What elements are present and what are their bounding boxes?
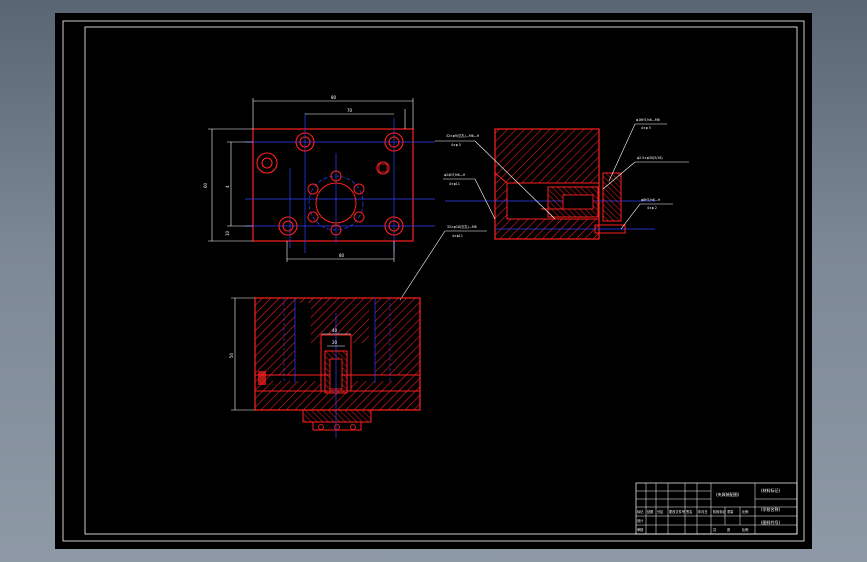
tb-col-label: 签名: [686, 509, 692, 514]
top-view[interactable]: 80 70 80 60 4 10: [203, 95, 435, 262]
tb-count-label: 共: [713, 527, 717, 532]
title-block[interactable]: (夹具装配图) (材料标记) (学校名称) (图样代号) 标记 设计 审核 处数…: [635, 482, 798, 535]
dim-small: 10: [225, 230, 230, 236]
tb-row-label: 设计: [637, 518, 644, 523]
dim-front-height: 50: [229, 352, 234, 358]
leader-left-upper-1: 32×φ9(沉孔)—M6—H: [446, 133, 480, 138]
tb-row-label: 审核: [637, 527, 644, 532]
cad-drawing: 80 70 80 60 4 10 32×φ9(沉孔)—M6—H 4×φ 5 φ2…: [62, 20, 805, 542]
title-drawing-name: (夹具装配图): [716, 491, 740, 497]
cad-viewport[interactable]: 80 70 80 60 4 10 32×φ9(沉孔)—M6—H 4×φ 5 φ2…: [55, 13, 812, 549]
leader-left-mid-1: φ24H7/h6—H: [444, 173, 466, 177]
outer-border: [62, 20, 805, 542]
side-section-view[interactable]: 32×φ9(沉孔)—M6—H 4×φ 5 φ24H7/h6—H 4×φ11 φ1…: [435, 118, 689, 240]
title-drawing-no: (图样代号): [761, 519, 781, 525]
dim-bottom-span: 80: [339, 253, 345, 258]
tb-stage-label: 比例: [742, 509, 748, 514]
leader-right-lower-2: 4×φ 2: [647, 206, 657, 210]
front-section-view[interactable]: 32×φ18(沉孔)—M6 4×φ11 50 40 20: [229, 224, 487, 438]
leader-right-lower-1: φ8H7/n6—H: [641, 198, 661, 202]
tb-col-label: 更改文件号: [669, 509, 685, 514]
leader-right-upper-1: φ16H7/n6—M6: [636, 118, 660, 122]
title-material: (材料标记): [761, 487, 781, 493]
leader-right-upper-2: 4×φ 5: [641, 126, 651, 130]
dim-top-width: 80: [331, 95, 337, 100]
leader-right-mid: φ2.5×φ30(5/16): [637, 156, 663, 160]
dim-bore-top: 40: [332, 328, 338, 333]
tb-col-label: 处数: [647, 509, 654, 514]
dim-bore-inner: 20: [332, 340, 338, 345]
leader-left-lower-2: 4×φ11: [452, 234, 463, 238]
dim-hole-spacing: 70: [347, 108, 353, 113]
tb-col-label: 年月日: [698, 509, 708, 514]
leader-left-upper-2: 4×φ 5: [451, 143, 461, 147]
inner-border: [84, 26, 798, 535]
tb-col-label: 分区: [657, 509, 664, 514]
dim-inner-height: 4: [225, 185, 230, 188]
dim-top-height: 60: [203, 182, 208, 188]
tb-row-label: 标记: [637, 509, 644, 514]
leader-left-lower-1: 32×φ18(沉孔)—M6: [447, 224, 477, 229]
tb-stage-label: 阶段标记: [713, 509, 727, 514]
tb-stage-label: 重量: [727, 509, 734, 514]
tb-sheet-label: 张: [727, 527, 731, 532]
tb-scale-label: 比例: [742, 527, 748, 532]
title-company: (学校名称): [761, 506, 781, 512]
leader-left-mid-2: 4×φ11: [449, 182, 460, 186]
